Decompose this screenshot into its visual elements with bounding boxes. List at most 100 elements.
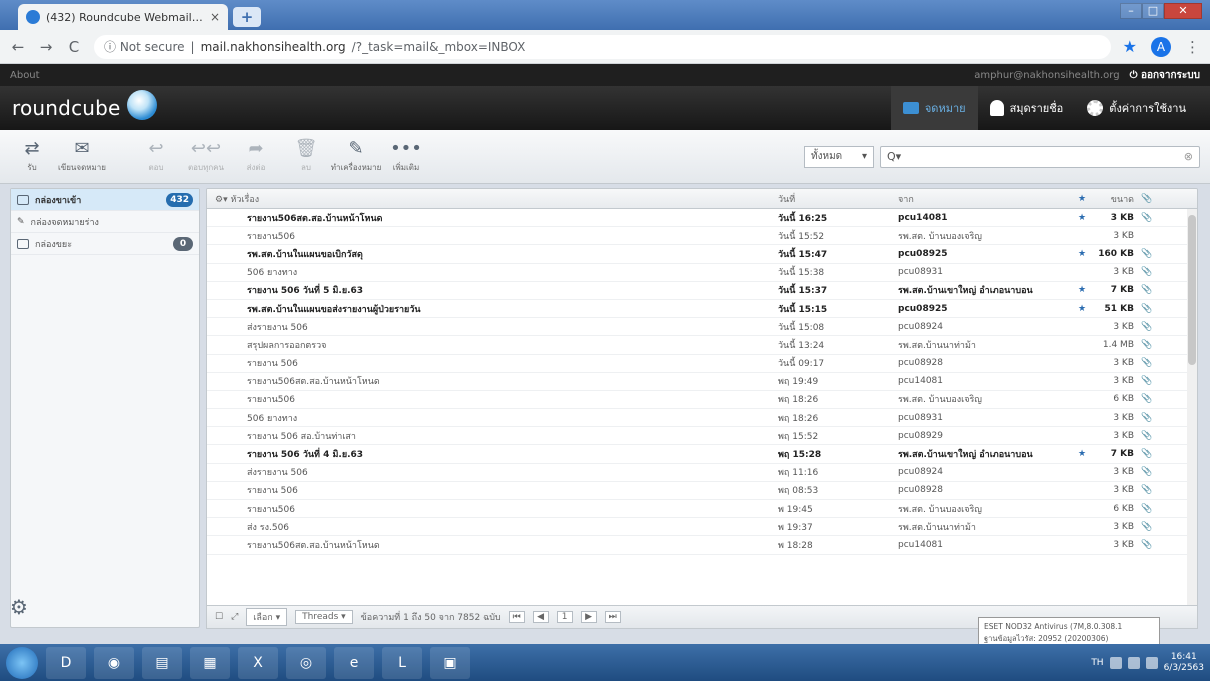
forward-icon[interactable]: →	[38, 38, 54, 56]
profile-avatar[interactable]: A	[1151, 36, 1171, 57]
bookmark-star-icon[interactable]: ★	[1123, 37, 1137, 56]
message-from: pcu08929	[898, 430, 943, 441]
taskbar-app-icon[interactable]: ◉	[94, 646, 134, 679]
header-attachment[interactable]: 📎	[1138, 194, 1156, 204]
message-row[interactable]: รายงาน 506 สอ.บ้านท่าเสา พฤ 15:52 pcu08929…	[207, 427, 1197, 446]
browser-tab[interactable]: (432) Roundcube Webmail :: กล่องขาเข้า ×	[18, 4, 228, 30]
message-row[interactable]: 506 ยางทาง พฤ 18:26 pcu08931 3 KB 📎	[207, 409, 1197, 428]
message-from: pcu08928	[898, 485, 943, 496]
flag-star-icon[interactable]: ★	[1074, 249, 1090, 259]
taskbar-app-icon[interactable]: L	[382, 646, 422, 679]
folder-junk[interactable]: กล่องขยะ 0	[11, 233, 199, 255]
volume-icon[interactable]	[1145, 656, 1158, 669]
folder-drafts[interactable]: ✎ กล่องจดหมายร่าง	[11, 211, 199, 233]
message-rows: รายงาน506สต.สอ.บ้านหน้าโหนด วันนี้ 16:25 p…	[207, 209, 1197, 555]
message-row[interactable]: รายงาน 506 วันที่ 5 มิ.ย.63 วันนี้ 15:37 ร…	[207, 282, 1197, 300]
header-flag[interactable]: ★	[1074, 194, 1090, 204]
user-email: amphur@nakhonsihealth.org	[974, 69, 1120, 81]
task-mail[interactable]: จดหมาย	[890, 86, 978, 130]
reply-all-button[interactable]: ↩↩ ตอบทุกคน	[184, 135, 228, 179]
threads-menu[interactable]: Threads ▾	[295, 610, 353, 624]
browser-menu-icon[interactable]: ⋮	[1185, 38, 1200, 56]
select-menu[interactable]: เลือก ▾	[246, 608, 288, 626]
message-row[interactable]: รายงาน506สต.สอ.บ้านหน้าโหนด พฤ 19:49 pcu14…	[207, 373, 1197, 391]
header-size[interactable]: ขนาด	[1090, 192, 1138, 206]
network-icon[interactable]	[1127, 656, 1140, 669]
message-row[interactable]: รพ.สต.บ้านในแผนขอเบิกวัสดุ วันนี้ 15:47 pc…	[207, 245, 1197, 264]
scrollbar-thumb[interactable]	[1188, 215, 1196, 365]
reply-button[interactable]: ↩ ตอบ	[134, 135, 178, 179]
header-subject[interactable]: ⚙▾ หัวเรื่อง	[207, 192, 772, 206]
compose-button[interactable]: ✉ เขียนจดหมาย	[58, 135, 106, 179]
message-row[interactable]: รายงาน 506 พฤ 08:53 pcu08928 3 KB 📎	[207, 482, 1197, 500]
message-row[interactable]: รายงาน506สต.สอ.บ้านหน้าโหนด วันนี้ 16:25 p…	[207, 209, 1197, 228]
message-row[interactable]: ส่งรายงาน 506 วันนี้ 15:08 pcu08924 3 KB 📎	[207, 318, 1197, 337]
window-close-button[interactable]: ✕	[1164, 3, 1202, 19]
maximize-button[interactable]: □	[1142, 3, 1164, 19]
message-row[interactable]: สรุปผลการออกตรวจ วันนี้ 13:24 รพ.สต.บ้านนา…	[207, 336, 1197, 355]
message-row[interactable]: รายงาน506สต.สอ.บ้านหน้าโหนด พ 18:28 pcu140…	[207, 536, 1197, 555]
first-page-button[interactable]: ⏮	[508, 611, 525, 623]
mark-button[interactable]: ✎ ทำเครื่องหมาย	[331, 135, 382, 179]
taskbar-app-icon[interactable]: X	[238, 646, 278, 679]
back-icon[interactable]: ←	[10, 38, 26, 56]
list-scrollbar[interactable]	[1187, 209, 1197, 627]
folder-inbox[interactable]: กล่องขาเข้า 432	[11, 189, 199, 211]
forward-button[interactable]: ➦ ส่งต่อ	[234, 135, 278, 179]
pencil-icon: ✎	[17, 216, 25, 227]
delete-button[interactable]: 🗑 ลบ	[284, 135, 328, 179]
header-from[interactable]: จาก	[892, 192, 1074, 206]
attachment-icon: 📎	[1141, 394, 1153, 405]
start-button[interactable]	[6, 646, 38, 679]
message-row[interactable]: รายงาน506 พฤ 18:26 รพ.สต. บ้านบองเจริญ 6 KB…	[207, 391, 1197, 410]
security-indicator[interactable]: ⓘ Not secure	[104, 38, 185, 55]
next-page-button[interactable]: ▶	[580, 611, 597, 623]
flag-star-icon[interactable]: ★	[1074, 304, 1090, 314]
prev-page-button[interactable]: ◀	[532, 611, 549, 623]
threads-options-icon[interactable]: ⤢	[231, 612, 238, 622]
message-subject: รายงาน 506	[247, 486, 298, 497]
flag-star-icon[interactable]: ★	[1074, 213, 1090, 223]
message-row[interactable]: ส่ง รง.506 พ 19:37 รพ.สต.บ้านนาท่าม้า 3 KB 📎	[207, 518, 1197, 537]
tray-icon[interactable]	[1109, 656, 1122, 669]
url-field[interactable]: ⓘ Not secure | mail.nakhonsihealth.org/?…	[94, 34, 1111, 59]
logout-button[interactable]: ⏻ ออกจากระบบ	[1130, 68, 1200, 83]
task-addressbook[interactable]: สมุดรายชื่อ	[978, 86, 1076, 130]
search-reset-icon[interactable]: ⊗	[1184, 150, 1193, 163]
search-icon[interactable]: Q▾	[887, 150, 901, 163]
message-row[interactable]: รายงาน 506 วันนี้ 09:17 pcu08928 3 KB 📎	[207, 355, 1197, 373]
language-indicator[interactable]: TH	[1091, 658, 1103, 668]
minimize-button[interactable]: –	[1120, 3, 1142, 19]
about-link[interactable]: About	[10, 70, 974, 81]
list-options-icon[interactable]: ☐	[215, 612, 223, 622]
folder-settings-gear-icon[interactable]: ⚙	[10, 595, 40, 625]
more-button[interactable]: ••• เพิ่มเติม	[384, 135, 428, 179]
new-tab-button[interactable]: +	[233, 7, 261, 27]
last-page-button[interactable]: ⏭	[604, 611, 621, 623]
message-row[interactable]: ส่งรายงาน 506 พฤ 11:16 pcu08924 3 KB 📎	[207, 464, 1197, 482]
taskbar-app-icon[interactable]: ▣	[430, 646, 470, 679]
taskbar-app-icon[interactable]: ▦	[190, 646, 230, 679]
header-date[interactable]: วันที่	[772, 192, 892, 206]
message-subject: รายงาน506	[247, 395, 295, 406]
message-row[interactable]: รพ.สต.บ้านในแผนขอส่งรายงานผู้ป่วยรายวัน ว…	[207, 300, 1197, 319]
roundcube-logo[interactable]: roundcube	[12, 90, 891, 123]
task-settings[interactable]: ตั้งค่าการใช้งาน	[1075, 86, 1198, 130]
tab-close-icon[interactable]: ×	[210, 10, 220, 24]
taskbar-app-icon[interactable]: ▤	[142, 646, 182, 679]
search-input[interactable]: Q▾ ⊗	[880, 145, 1200, 168]
search-filter-select[interactable]: ทั้งหมด ▾	[804, 145, 874, 168]
message-row[interactable]: รายงาน506 พ 19:45 รพ.สต. บ้านบองเจริญ 6 KB 📎	[207, 500, 1197, 519]
message-row[interactable]: รายงาน 506 วันที่ 4 มิ.ย.63 พฤ 15:28 รพ.สต…	[207, 445, 1197, 464]
message-row[interactable]: 506 ยางทาง วันนี้ 15:38 pcu08931 3 KB 📎	[207, 264, 1197, 282]
flag-star-icon[interactable]: ★	[1074, 285, 1090, 295]
refresh-button[interactable]: ⇄ รับ	[10, 135, 54, 179]
clock[interactable]: 16:41 6/3/2563	[1164, 652, 1204, 674]
taskbar-app-icon[interactable]: D	[46, 646, 86, 679]
message-row[interactable]: รายงาน506 วันนี้ 15:52 รพ.สต. บ้านบองเจริญ…	[207, 227, 1197, 246]
reload-icon[interactable]: C	[66, 38, 82, 56]
taskbar-app-icon[interactable]: e	[334, 646, 374, 679]
page-number-input[interactable]: 1	[556, 611, 573, 623]
flag-star-icon[interactable]: ★	[1074, 449, 1090, 459]
taskbar-app-icon[interactable]: ◎	[286, 646, 326, 679]
